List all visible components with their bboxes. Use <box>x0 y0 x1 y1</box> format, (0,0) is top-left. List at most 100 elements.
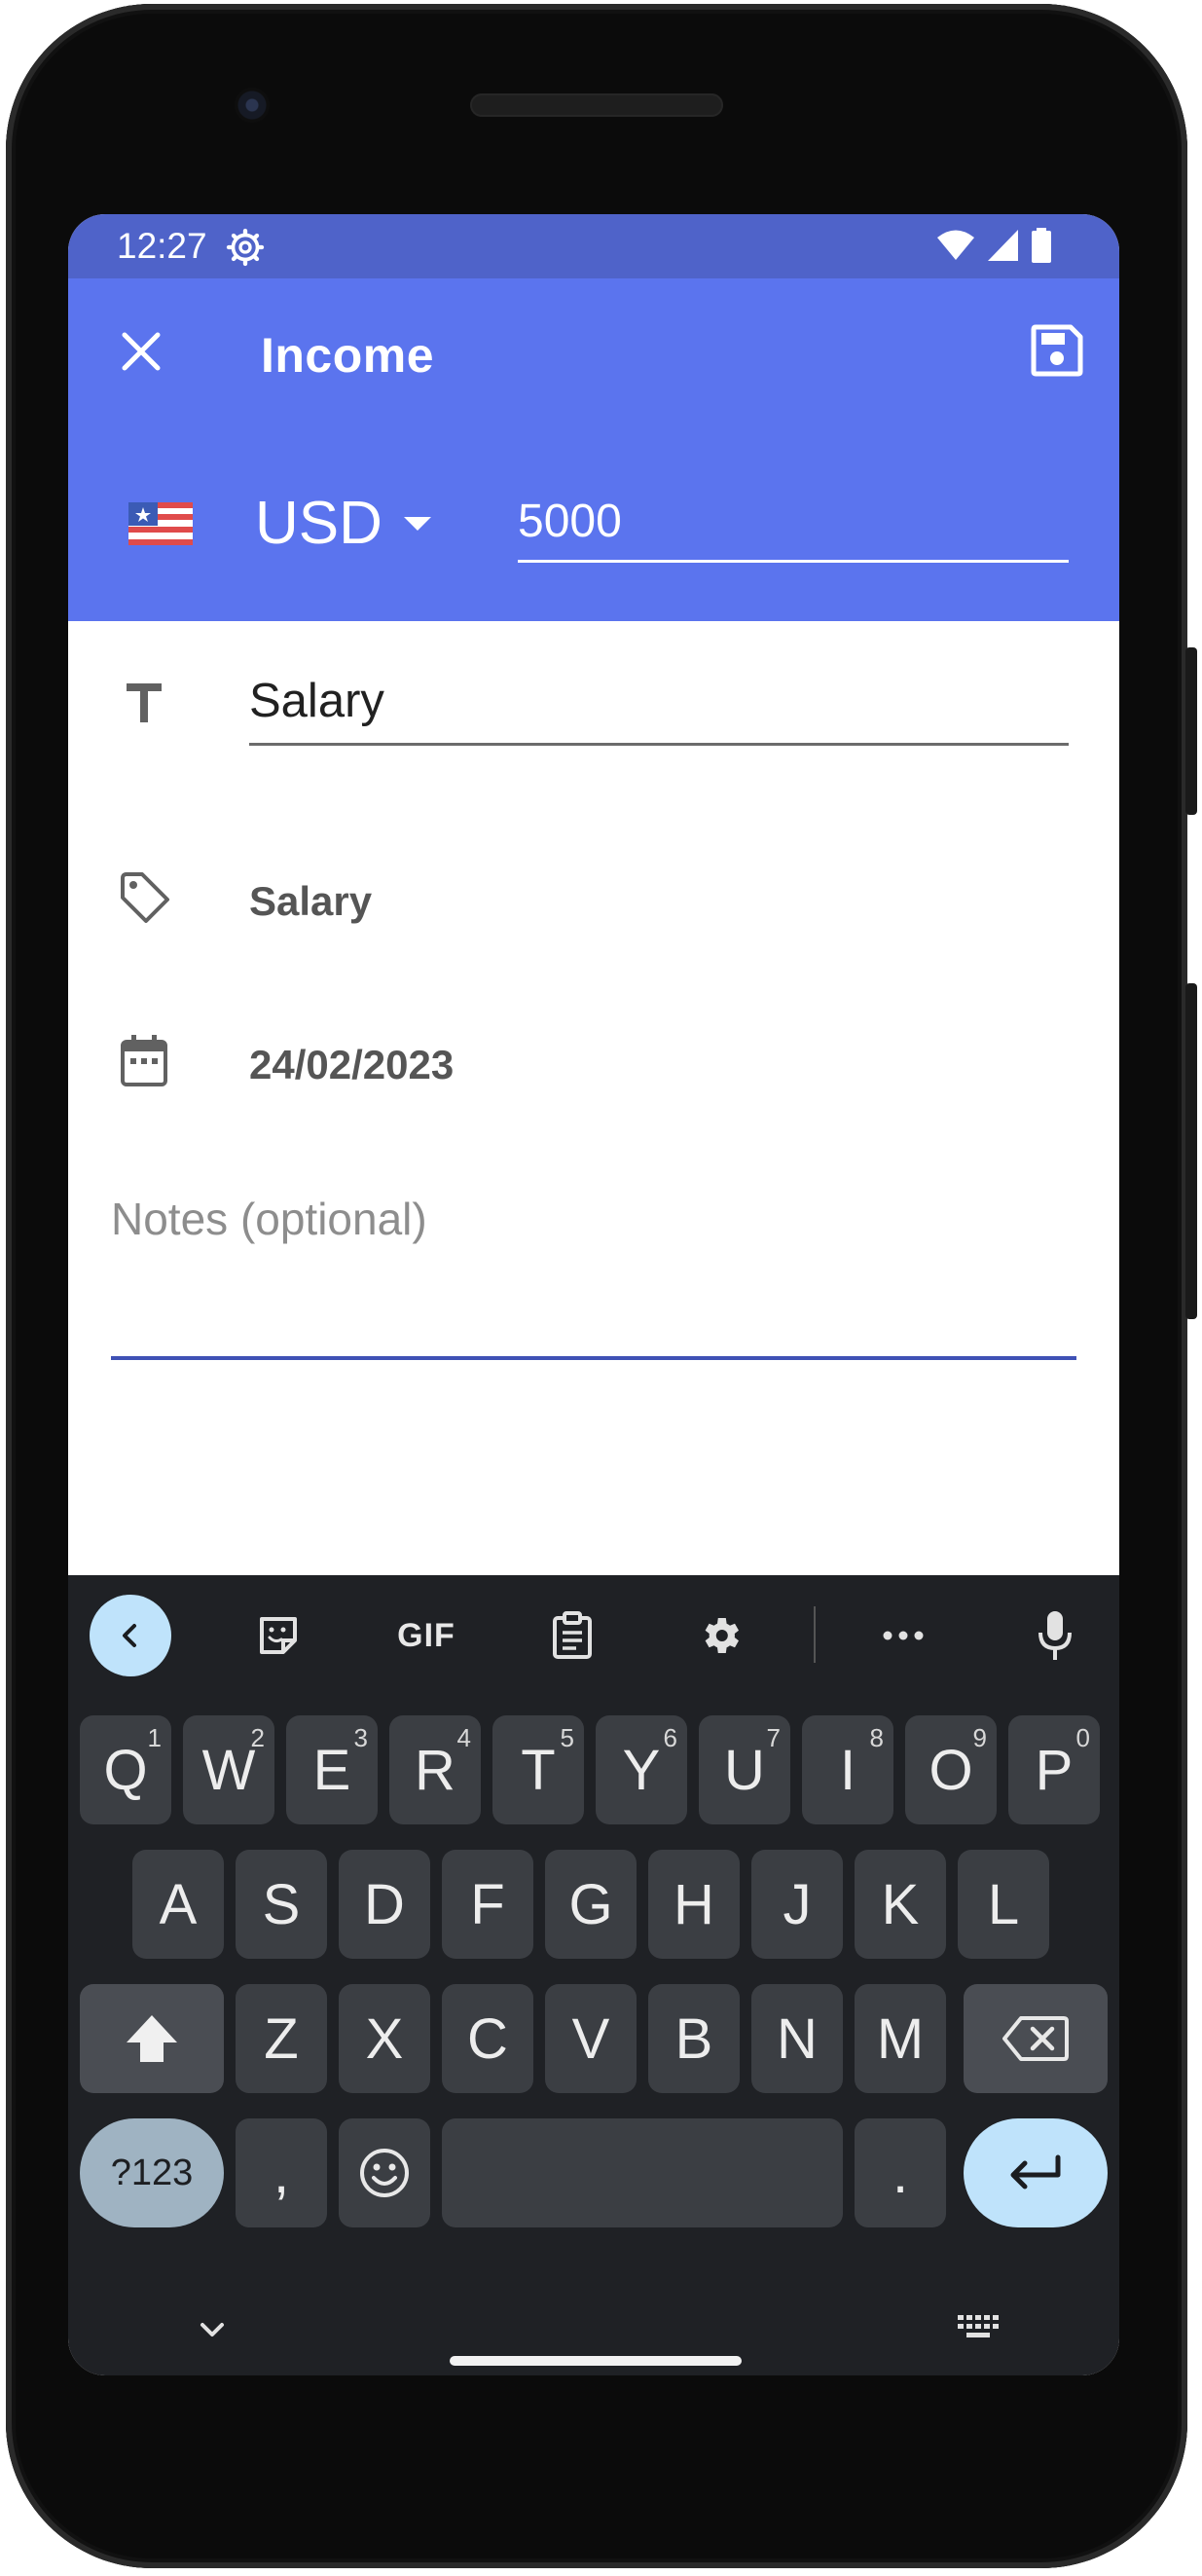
wifi-icon <box>937 230 974 260</box>
key-m[interactable]: M <box>855 1984 946 2093</box>
key-label: E <box>312 1738 351 1802</box>
key-w[interactable]: W2 <box>183 1715 274 1824</box>
key-d[interactable]: D <box>339 1850 430 1959</box>
on-screen-keyboard: G I F Q 1 W 2 E 3 R 4 T 5 Y 6 U 7 I 8 O 9 … <box>68 1575 1119 2375</box>
key-k[interactable]: K <box>855 1850 946 1959</box>
symbols-key[interactable]: ?123 <box>80 2118 224 2227</box>
gif-button[interactable]: GIF <box>387 1597 465 1674</box>
volume-button <box>1185 983 1197 1319</box>
status-icons <box>936 228 1051 263</box>
status-time: 12:27 <box>117 226 207 266</box>
emoji-key[interactable] <box>339 2118 430 2227</box>
key-hint: 8 <box>869 1723 884 1752</box>
key-g[interactable]: G <box>545 1850 637 1959</box>
title-value: Salary <box>249 675 384 727</box>
key-b[interactable]: B <box>648 1984 740 2093</box>
key-label: Q <box>103 1738 148 1802</box>
key-hint: 0 <box>1075 1723 1090 1752</box>
key-s[interactable]: S <box>236 1850 327 1959</box>
toolbar-divider <box>814 1606 816 1663</box>
key-label: T <box>521 1738 556 1802</box>
enter-arrow-icon <box>1010 2154 1061 2190</box>
close-icon[interactable] <box>117 327 165 376</box>
sticker-icon[interactable] <box>239 1597 317 1674</box>
us-flag-icon <box>128 502 193 545</box>
currency-selector[interactable]: USD <box>255 489 431 558</box>
key-label: R <box>415 1738 455 1802</box>
hide-keyboard-chevron-icon[interactable] <box>193 2317 232 2346</box>
caret-down-icon <box>403 516 431 531</box>
key-t[interactable]: T5 <box>492 1715 584 1824</box>
key-i[interactable]: I8 <box>802 1715 893 1824</box>
key-label: I <box>839 1738 856 1802</box>
status-bar: 12:27 <box>68 214 1119 278</box>
key-j[interactable]: J <box>751 1850 843 1959</box>
more-dots-icon[interactable] <box>864 1597 942 1674</box>
emoji-icon <box>360 2149 409 2197</box>
microphone-icon[interactable] <box>1016 1597 1094 1674</box>
amount-value: 5000 <box>518 496 622 547</box>
tag-icon <box>121 872 169 923</box>
key-hint: 6 <box>663 1723 677 1752</box>
power-button <box>1185 647 1197 815</box>
key-r[interactable]: R4 <box>389 1715 481 1824</box>
phone-frame: 12:27 Income USD 5000 Salary Salary 24/0… <box>0 0 1202 2576</box>
app-bar: Income <box>68 278 1119 426</box>
key-label: W <box>201 1738 256 1802</box>
key-u[interactable]: U7 <box>699 1715 790 1824</box>
comma-key[interactable]: , <box>236 2118 327 2227</box>
keyboard-switch-icon[interactable] <box>956 2313 1002 2348</box>
key-v[interactable]: V <box>545 1984 637 2093</box>
save-floppy-icon[interactable] <box>1030 323 1084 378</box>
amount-bar: USD 5000 <box>68 426 1119 621</box>
key-c[interactable]: C <box>442 1984 533 2093</box>
key-h[interactable]: H <box>648 1850 740 1959</box>
key-n[interactable]: N <box>751 1984 843 2093</box>
keyboard-toolbar: GIF <box>68 1575 1119 1692</box>
period-key[interactable]: . <box>855 2118 946 2227</box>
key-label: O <box>929 1738 973 1802</box>
shift-arrow-icon <box>127 2015 177 2062</box>
category-row[interactable]: Salary <box>68 868 1119 956</box>
key-a[interactable]: A <box>132 1850 224 1959</box>
key-label: Y <box>622 1738 661 1802</box>
category-value: Salary <box>249 878 373 924</box>
shift-key[interactable] <box>80 1984 224 2093</box>
key-hint: 3 <box>353 1723 368 1752</box>
home-indicator[interactable] <box>450 2356 742 2366</box>
page-title: Income <box>261 328 435 383</box>
enter-key[interactable] <box>964 2118 1108 2227</box>
key-p[interactable]: P0 <box>1008 1715 1100 1824</box>
settings-gear-icon[interactable] <box>681 1597 759 1674</box>
key-hint: 1 <box>147 1723 162 1752</box>
earpiece-speaker <box>470 93 723 117</box>
date-value: 24/02/2023 <box>249 1042 455 1087</box>
key-l[interactable]: L <box>958 1850 1049 1959</box>
front-camera <box>235 88 270 123</box>
notes-input[interactable]: Notes (optional) <box>111 1173 1076 1360</box>
space-key[interactable] <box>442 2118 843 2227</box>
key-label: U <box>724 1738 765 1802</box>
key-z[interactable]: Z <box>236 1984 327 2093</box>
notes-placeholder: Notes (optional) <box>111 1194 427 1244</box>
screen: 12:27 Income USD 5000 Salary Salary 24/0… <box>68 214 1119 2375</box>
amount-input[interactable]: 5000 <box>518 485 1069 563</box>
key-label: P <box>1035 1738 1074 1802</box>
battery-icon <box>1032 228 1051 263</box>
key-hint: 2 <box>250 1723 265 1752</box>
back-chevron-icon[interactable] <box>90 1595 171 1676</box>
text-title-icon <box>127 683 162 722</box>
key-q[interactable]: Q1 <box>80 1715 171 1824</box>
calendar-icon <box>121 1035 167 1086</box>
clipboard-icon[interactable] <box>533 1597 611 1674</box>
title-input[interactable]: Salary <box>249 660 1069 746</box>
key-o[interactable]: O9 <box>905 1715 997 1824</box>
key-y[interactable]: Y6 <box>596 1715 687 1824</box>
key-hint: 7 <box>766 1723 781 1752</box>
key-f[interactable]: F <box>442 1850 533 1959</box>
key-x[interactable]: X <box>339 1984 430 2093</box>
backspace-icon <box>1002 2016 1069 2061</box>
key-e[interactable]: E3 <box>286 1715 378 1824</box>
date-row[interactable]: 24/02/2023 <box>68 1032 1119 1120</box>
backspace-key[interactable] <box>964 1984 1108 2093</box>
